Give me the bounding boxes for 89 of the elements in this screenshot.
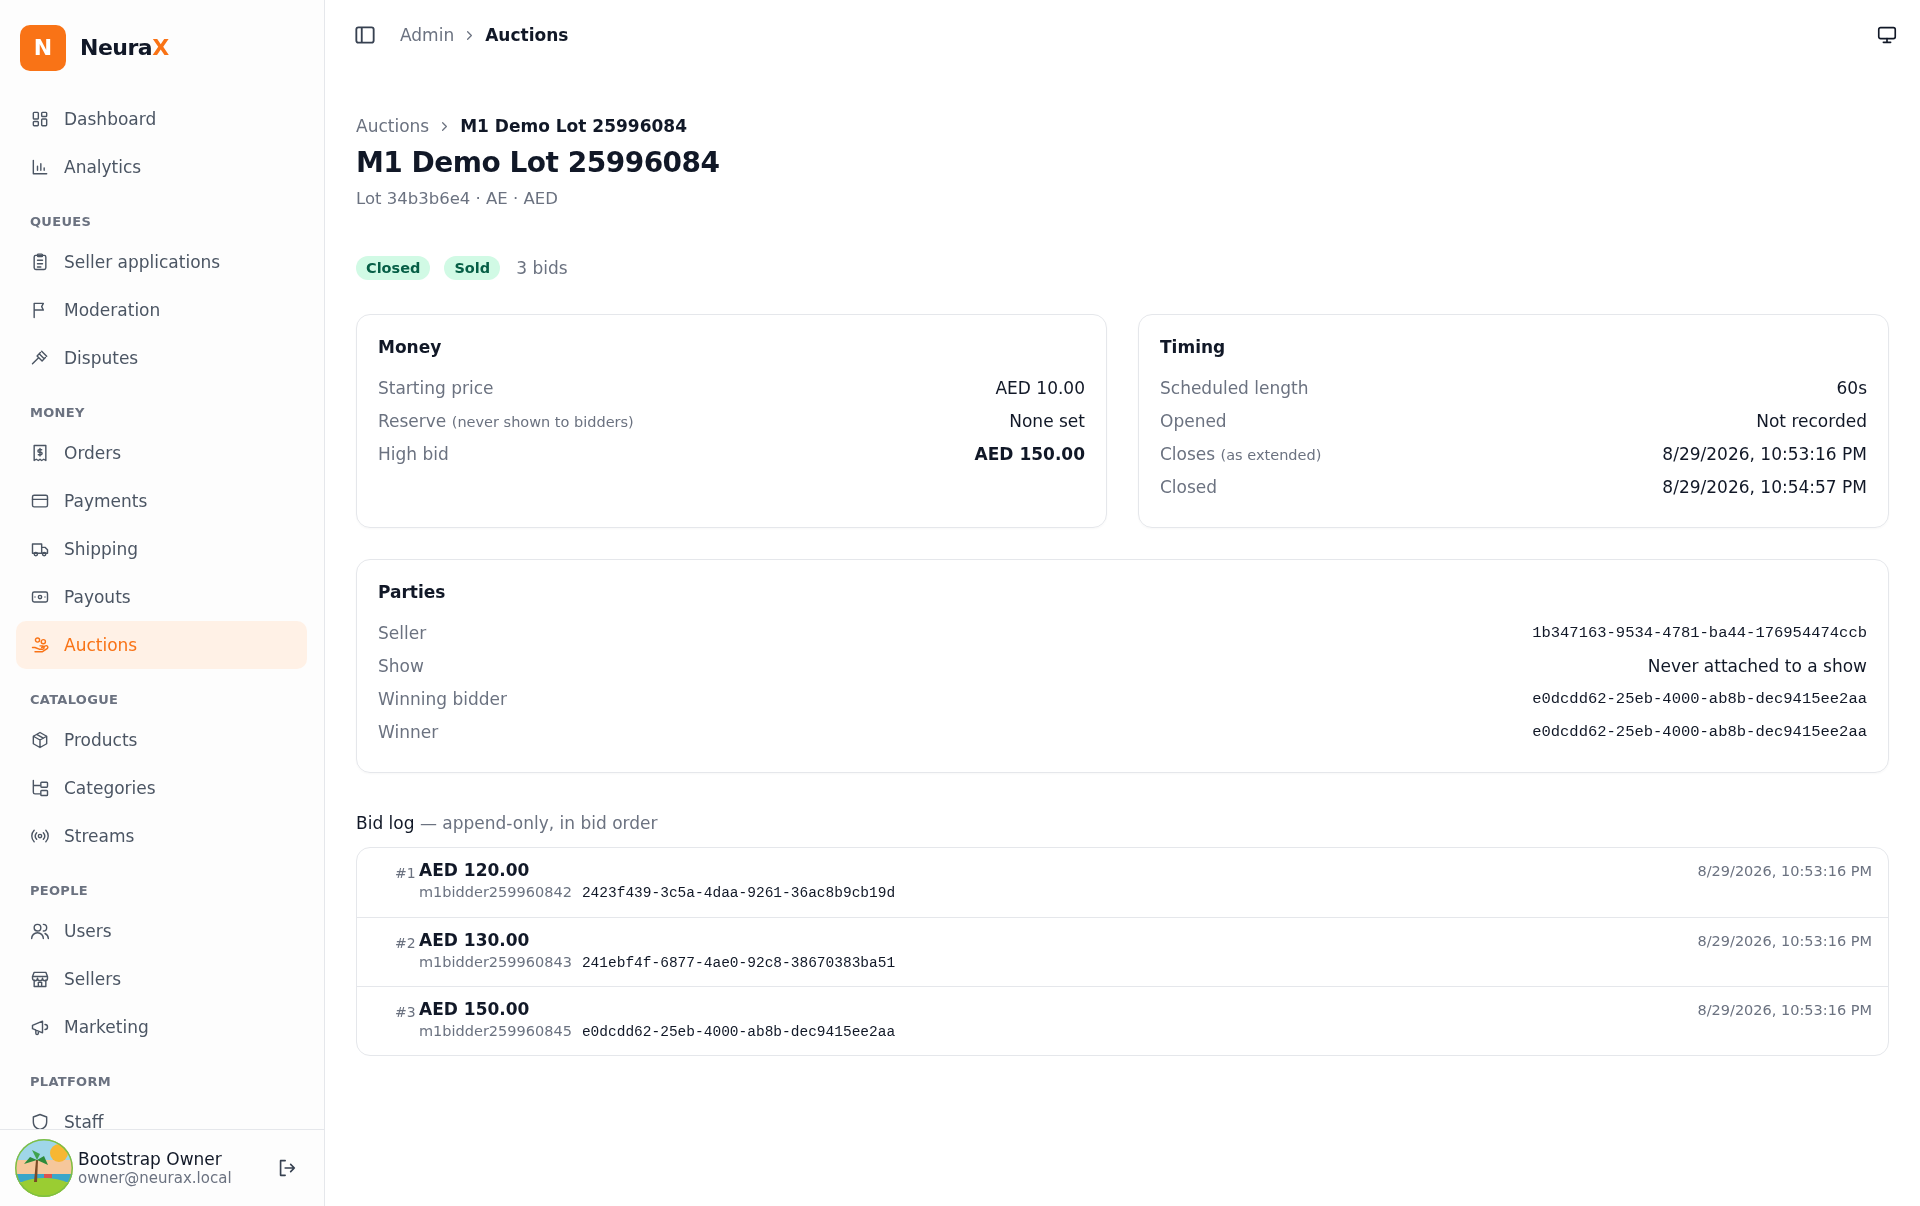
bid-id: e0dcdd62-25eb-4000-ab8b-dec9415ee2aa bbox=[581, 1024, 896, 1040]
field-value: Never attached to a show bbox=[1647, 655, 1867, 676]
box-icon bbox=[30, 730, 50, 750]
field-label: High bid bbox=[378, 443, 449, 464]
bid-number: #3 bbox=[395, 1004, 417, 1020]
section-heading: QUEUES bbox=[29, 213, 93, 231]
monitor-icon[interactable] bbox=[1876, 24, 1898, 46]
megaphone-icon bbox=[30, 1017, 50, 1037]
nav-item[interactable]: Products bbox=[16, 716, 307, 764]
bid-time: 8/29/2026, 10:53:16 PM bbox=[1697, 863, 1872, 879]
field-label: Starting price bbox=[378, 377, 494, 398]
bidder-name: m1bidder259960842 bbox=[419, 884, 572, 900]
field-label: Opened bbox=[1160, 410, 1227, 431]
nav-item[interactable]: Marketing bbox=[16, 1003, 307, 1051]
nav-item[interactable]: Analytics bbox=[16, 143, 307, 191]
id-value: 1b347163-9534-4781-ba44-176954474ccb bbox=[1532, 623, 1867, 642]
nav-item[interactable]: Shipping bbox=[16, 525, 307, 573]
breadcrumb-current: Auctions bbox=[485, 25, 569, 45]
shield-icon bbox=[30, 1112, 50, 1129]
card-title: Timing bbox=[1160, 337, 1227, 357]
bid-id: 241ebf4f-6877-4ae0-92c8-38670383ba51 bbox=[581, 955, 896, 971]
grid-icon bbox=[30, 109, 50, 129]
page-subtitle: Lot 34b3b6e4 · AE · AED bbox=[356, 189, 559, 208]
bid-amount: AED 150.00 bbox=[419, 999, 531, 1019]
card-title: Money bbox=[378, 337, 443, 357]
field-label: Seller bbox=[378, 622, 427, 643]
tree-icon bbox=[30, 778, 50, 798]
credit-card-icon bbox=[30, 491, 50, 511]
nav-item[interactable]: Categories bbox=[16, 764, 307, 812]
page-title: M1 Demo Lot 25996084 bbox=[356, 146, 721, 179]
hand-coins-icon bbox=[30, 635, 50, 655]
clipboard-icon bbox=[30, 252, 50, 272]
section-heading: CATALOGUE bbox=[29, 691, 120, 709]
bid-time: 8/29/2026, 10:53:16 PM bbox=[1697, 1002, 1872, 1018]
field-label: Closes (as extended) bbox=[1160, 443, 1322, 464]
nav-item[interactable]: Sellers bbox=[16, 955, 307, 1003]
field-value: Not recorded bbox=[1756, 410, 1867, 431]
store-icon bbox=[30, 969, 50, 989]
receipt-icon bbox=[30, 443, 50, 463]
bid-amount: AED 130.00 bbox=[419, 930, 531, 950]
brand-name: NeuraX bbox=[80, 35, 169, 60]
nav-item[interactable]: Payments bbox=[16, 477, 307, 525]
breadcrumb-link[interactable]: Auctions bbox=[356, 116, 430, 136]
user-email: owner@neurax.local bbox=[78, 1169, 233, 1187]
field-label: Closed bbox=[1160, 476, 1218, 497]
section-heading: PEOPLE bbox=[29, 882, 89, 900]
nav-item[interactable]: Moderation bbox=[16, 286, 307, 334]
status-badge: Sold bbox=[444, 256, 501, 280]
bidder-name: m1bidder259960843 bbox=[419, 954, 572, 970]
id-value: e0dcdd62-25eb-4000-ab8b-dec9415ee2aa bbox=[1532, 722, 1867, 741]
nav-item[interactable]: Staff bbox=[16, 1098, 307, 1129]
nav-item[interactable]: Streams bbox=[16, 812, 307, 860]
nav-item[interactable]: Dashboard bbox=[16, 95, 307, 143]
breadcrumb-current: M1 Demo Lot 25996084 bbox=[460, 116, 687, 136]
bid-time: 8/29/2026, 10:53:16 PM bbox=[1697, 933, 1872, 949]
field-label: Show bbox=[378, 655, 424, 676]
field-value: AED 150.00 bbox=[974, 443, 1085, 464]
bid-count: 3 bids bbox=[516, 258, 568, 278]
bid-amount: AED 120.00 bbox=[419, 860, 531, 880]
logo-badge: N bbox=[20, 24, 66, 71]
field-value: None set bbox=[1009, 410, 1085, 431]
nav-item[interactable]: Payouts bbox=[16, 573, 307, 621]
status-badge: Closed bbox=[356, 256, 431, 280]
section-heading: Bid log — append-only, in bid order bbox=[356, 813, 659, 833]
field-label: Scheduled length bbox=[1160, 377, 1309, 398]
field-value: 8/29/2026, 10:53:16 PM bbox=[1662, 443, 1867, 464]
nav-item[interactable]: Orders bbox=[16, 429, 307, 477]
nav-item[interactable]: Users bbox=[16, 907, 307, 955]
bid-number: #1 bbox=[395, 865, 417, 881]
bid-number: #2 bbox=[395, 935, 417, 951]
id-value: e0dcdd62-25eb-4000-ab8b-dec9415ee2aa bbox=[1532, 689, 1867, 708]
gavel-icon bbox=[30, 348, 50, 368]
bid-id: 2423f439-3c5a-4daa-9261-36ac8b9cb19d bbox=[581, 885, 896, 901]
breadcrumb-link[interactable]: Admin bbox=[400, 25, 455, 45]
bar-chart-icon bbox=[30, 157, 50, 177]
section-heading: MONEY bbox=[29, 404, 86, 422]
field-label: Winning bidder bbox=[378, 688, 507, 709]
bidder-name: m1bidder259960845 bbox=[419, 1023, 572, 1039]
card-title: Parties bbox=[378, 582, 447, 602]
field-value: AED 10.00 bbox=[995, 377, 1085, 398]
field-value: 60s bbox=[1836, 377, 1867, 398]
field-label: Reserve (never shown to bidders) bbox=[378, 410, 634, 431]
field-value: 8/29/2026, 10:54:57 PM bbox=[1662, 476, 1867, 497]
nav-item[interactable]: Seller applications bbox=[16, 238, 307, 286]
users-icon bbox=[30, 921, 50, 941]
section-heading: PLATFORM bbox=[29, 1073, 112, 1091]
nav-item[interactable]: Disputes bbox=[16, 334, 307, 382]
user-name: Bootstrap Owner bbox=[78, 1149, 223, 1169]
field-label: Winner bbox=[378, 721, 439, 742]
